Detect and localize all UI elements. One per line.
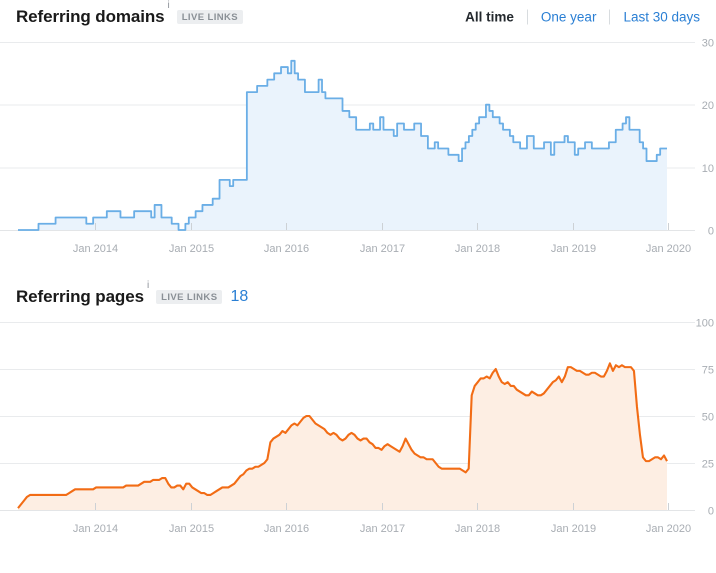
- referring-domains-plot[interactable]: 0 10 20 30 Jan 2014 Jan 2015 Jan 2016 Jan 2017 J…: [0, 34, 716, 280]
- x-axis-tick-label: Jan 2016: [264, 523, 309, 535]
- referring-domains-panel: Referring domains i LIVE LINKS All time …: [0, 0, 716, 280]
- referring-pages-panel: Referring pages i LIVE LINKS 18 0 25 50 75 1…: [0, 280, 716, 560]
- y-axis-tick-label: 100: [696, 318, 714, 330]
- x-axis-tick-label: Jan 2019: [551, 243, 596, 255]
- x-axis-tick-label: Jan 2017: [360, 523, 405, 535]
- x-axis-tick-label: Jan 2019: [551, 523, 596, 535]
- page-title: Referring pages: [16, 287, 144, 306]
- y-axis-tick-label: 50: [702, 412, 714, 424]
- y-axis-tick-label: 0: [708, 226, 714, 238]
- range-option-last-30-days[interactable]: Last 30 days: [610, 10, 700, 25]
- x-axis-tick-label: Jan 2016: [264, 243, 309, 255]
- chart-area-fill: [18, 60, 667, 230]
- x-axis-tick-label: Jan 2020: [646, 523, 691, 535]
- x-axis-tick-label: Jan 2018: [455, 523, 500, 535]
- y-axis-tick-label: 25: [702, 459, 714, 471]
- info-icon[interactable]: i: [147, 281, 149, 291]
- info-icon[interactable]: i: [168, 1, 170, 11]
- live-links-badge: LIVE LINKS: [176, 10, 243, 24]
- referring-domains-chart[interactable]: 0 10 20 30 Jan 2014 Jan 2015 Jan 2016 Jan 2017 J…: [0, 34, 716, 280]
- x-axis-tick-label: Jan 2018: [455, 243, 500, 255]
- referring-pages-header: Referring pages i LIVE LINKS 18: [0, 280, 716, 314]
- y-axis-tick-label: 10: [702, 163, 714, 175]
- y-axis-tick-label: 30: [702, 38, 714, 50]
- time-range-switch[interactable]: All time One year Last 30 days: [452, 9, 700, 25]
- range-option-one-year[interactable]: One year: [528, 10, 610, 25]
- referring-domains-header: Referring domains i LIVE LINKS All time …: [0, 0, 716, 34]
- y-axis-tick-label: 75: [702, 365, 714, 377]
- x-axis-tick-label: Jan 2017: [360, 243, 405, 255]
- y-axis-tick-label: 0: [708, 506, 714, 518]
- page-title: Referring domains: [16, 7, 165, 26]
- x-axis-tick-label: Jan 2015: [169, 523, 214, 535]
- range-option-all-time[interactable]: All time: [452, 10, 527, 25]
- referring-pages-plot[interactable]: 0 25 50 75 100 Jan 2014 Jan 2015 Jan 2016 Jan 20…: [0, 314, 716, 560]
- live-links-badge: LIVE LINKS: [156, 290, 223, 304]
- x-axis-tick-label: Jan 2014: [73, 243, 118, 255]
- x-axis-tick-label: Jan 2020: [646, 243, 691, 255]
- referring-pages-count: 18: [230, 288, 249, 305]
- x-axis-tick-label: Jan 2015: [169, 243, 214, 255]
- referring-pages-chart[interactable]: 0 25 50 75 100 Jan 2014 Jan 2015 Jan 2016 Jan 20…: [0, 314, 716, 560]
- x-axis-tick-label: Jan 2014: [73, 523, 118, 535]
- y-axis-tick-label: 20: [702, 100, 714, 112]
